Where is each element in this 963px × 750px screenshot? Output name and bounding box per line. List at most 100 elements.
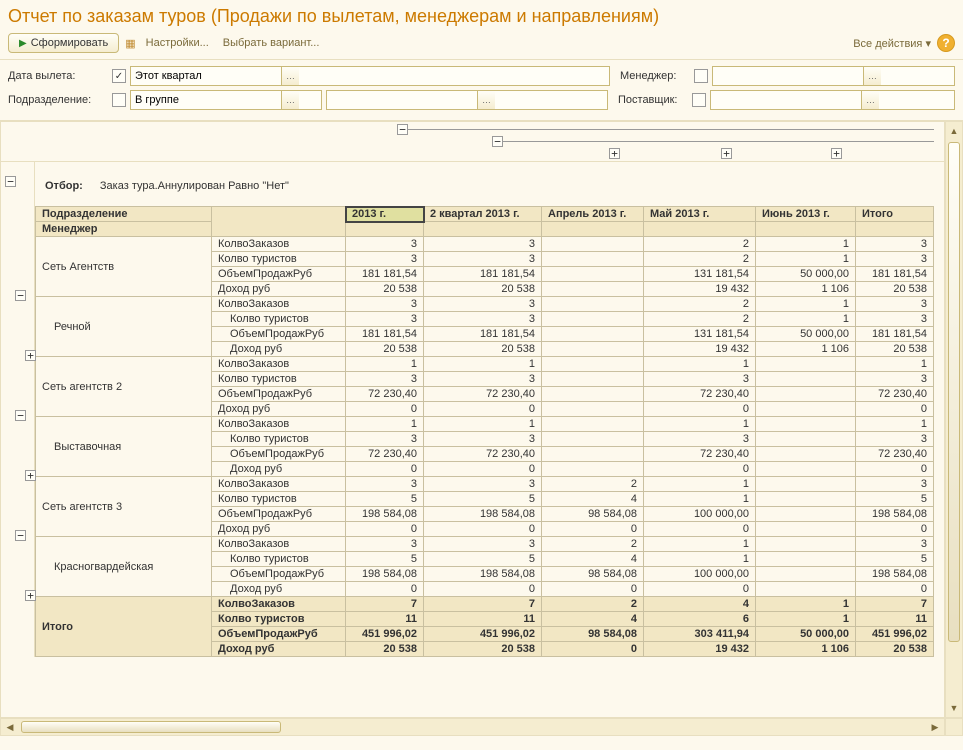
division-mode-input[interactable]: [131, 91, 281, 109]
scroll-right-icon[interactable]: ▶: [926, 719, 944, 735]
row-toggle-root[interactable]: −: [5, 176, 16, 187]
date-checkbox[interactable]: [112, 69, 126, 83]
generate-button[interactable]: ▶ Сформировать: [8, 33, 119, 53]
value-cell: 181 181,54: [856, 327, 934, 342]
table-row: ИтогоКолвоЗаказов772417: [36, 597, 934, 612]
value-cell: 19 432: [644, 282, 756, 297]
value-cell: 0: [424, 402, 542, 417]
value-cell: 20 538: [856, 342, 934, 357]
col-toggle-5[interactable]: +: [831, 148, 842, 159]
settings-link[interactable]: Настройки...: [142, 37, 213, 49]
division-value-input[interactable]: [327, 91, 477, 109]
report-area: − − + + + − − + − + − + Отбор: Заказ тур…: [0, 121, 963, 736]
generate-label: Сформировать: [31, 37, 109, 49]
value-cell: 3: [346, 477, 424, 492]
hdr-c6b[interactable]: [856, 222, 934, 237]
date-picker-button[interactable]: …: [281, 67, 299, 85]
manager-label: Менеджер:: [620, 70, 690, 82]
date-input[interactable]: [131, 67, 281, 85]
value-cell: 3: [346, 432, 424, 447]
hdr-metrics[interactable]: [212, 207, 346, 237]
division-mode-picker[interactable]: …: [281, 91, 299, 109]
value-cell: [542, 447, 644, 462]
division-picker-button[interactable]: …: [477, 91, 495, 109]
value-cell: 198 584,08: [424, 567, 542, 582]
value-cell: 72 230,40: [346, 387, 424, 402]
value-cell: [756, 537, 856, 552]
value-cell: 0: [346, 582, 424, 597]
hdr-c1[interactable]: 2013 г.: [346, 207, 424, 222]
row-toggle-g3[interactable]: −: [15, 530, 26, 541]
col-toggle-2[interactable]: −: [492, 136, 503, 147]
value-cell: 3: [346, 237, 424, 252]
value-cell: 19 432: [644, 642, 756, 657]
supplier-picker-button[interactable]: …: [861, 91, 879, 109]
hdr-division[interactable]: Подразделение: [36, 207, 212, 222]
report-table: Подразделение 2013 г. 2 квартал 2013 г. …: [35, 206, 934, 657]
value-cell: 1: [756, 312, 856, 327]
value-cell: 3: [856, 372, 934, 387]
row-toggle-g2s[interactable]: +: [25, 470, 36, 481]
date-label: Дата вылета:: [8, 70, 108, 82]
help-icon[interactable]: ?: [937, 34, 955, 52]
value-cell: [756, 522, 856, 537]
all-actions-menu[interactable]: Все действия ▾: [853, 37, 931, 50]
hdr-c1b[interactable]: [346, 222, 424, 237]
value-cell: 1: [756, 597, 856, 612]
supplier-checkbox[interactable]: [692, 93, 706, 107]
manager-checkbox[interactable]: [694, 69, 708, 83]
select-variant-link[interactable]: Выбрать вариант...: [219, 37, 324, 49]
chevron-down-icon: ▾: [925, 38, 931, 50]
value-cell: 198 584,08: [424, 507, 542, 522]
value-cell: 1: [644, 477, 756, 492]
hdr-c6[interactable]: Итого: [856, 207, 934, 222]
value-cell: 0: [542, 582, 644, 597]
hdr-c3[interactable]: Апрель 2013 г.: [542, 207, 644, 222]
col-toggle-4[interactable]: +: [721, 148, 732, 159]
supplier-input[interactable]: [711, 91, 861, 109]
row-toggle-g1[interactable]: −: [15, 290, 26, 301]
vertical-scrollbar[interactable]: ▲ ▼: [945, 121, 963, 718]
value-cell: 3: [856, 537, 934, 552]
row-toggle-g3s[interactable]: +: [25, 590, 36, 601]
value-cell: 0: [644, 462, 756, 477]
hscroll-thumb[interactable]: [21, 721, 281, 733]
hdr-c4b[interactable]: [644, 222, 756, 237]
hdr-c5b[interactable]: [756, 222, 856, 237]
all-actions-label: Все действия: [853, 38, 922, 50]
col-toggle-1[interactable]: −: [397, 124, 408, 135]
hdr-c3b[interactable]: [542, 222, 644, 237]
horizontal-scrollbar[interactable]: ◀ ▶: [0, 718, 945, 736]
value-cell: [756, 432, 856, 447]
value-cell: 3: [346, 312, 424, 327]
scroll-left-icon[interactable]: ◀: [1, 719, 19, 735]
value-cell: 4: [542, 612, 644, 627]
scroll-up-icon[interactable]: ▲: [946, 122, 962, 140]
scroll-down-icon[interactable]: ▼: [946, 699, 962, 717]
col-toggle-3[interactable]: +: [609, 148, 620, 159]
hdr-c5[interactable]: Июнь 2013 г.: [756, 207, 856, 222]
report-viewport[interactable]: − − + + + − − + − + − + Отбор: Заказ тур…: [0, 121, 945, 718]
manager-input[interactable]: [713, 67, 863, 85]
value-cell: [756, 372, 856, 387]
value-cell: 1: [346, 357, 424, 372]
hdr-c2b[interactable]: [424, 222, 542, 237]
hdr-c4[interactable]: Май 2013 г.: [644, 207, 756, 222]
manager-picker-button[interactable]: …: [863, 67, 881, 85]
value-cell: 2: [644, 252, 756, 267]
hdr-manager[interactable]: Менеджер: [36, 222, 212, 237]
value-cell: [756, 462, 856, 477]
vscroll-thumb[interactable]: [948, 142, 960, 642]
hdr-c2[interactable]: 2 квартал 2013 г.: [424, 207, 542, 222]
metric-name-cell: ОбъемПродажРуб: [212, 387, 346, 402]
row-toggle-g1s[interactable]: +: [25, 350, 36, 361]
value-cell: 98 584,08: [542, 507, 644, 522]
division-checkbox[interactable]: [112, 93, 126, 107]
row-toggle-g2[interactable]: −: [15, 410, 26, 421]
value-cell: 100 000,00: [644, 567, 756, 582]
settings-icon[interactable]: ▦: [125, 37, 135, 50]
value-cell: 1: [644, 537, 756, 552]
metric-name-cell: КолвоЗаказов: [212, 357, 346, 372]
value-cell: 50 000,00: [756, 267, 856, 282]
value-cell: 198 584,08: [856, 507, 934, 522]
